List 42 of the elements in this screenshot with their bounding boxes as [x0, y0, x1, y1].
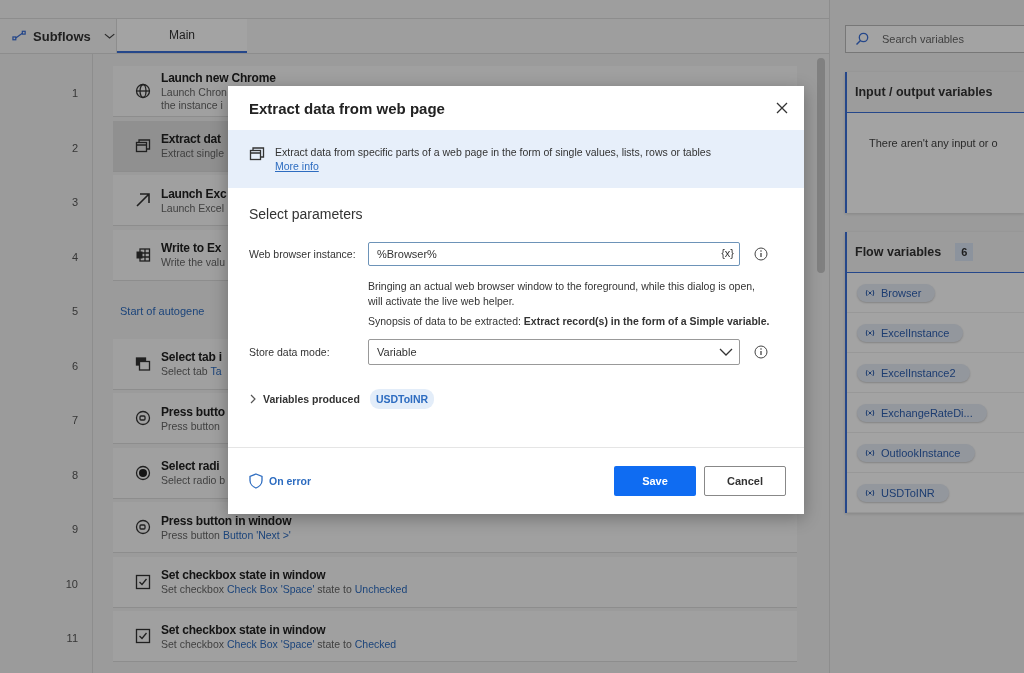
step-description: Set checkbox Check Box 'Space' state to Checked — [161, 637, 397, 650]
variable-count: 6 — [955, 243, 974, 261]
step-title: Write to Ex — [161, 241, 223, 255]
line-number: 9 — [70, 522, 79, 538]
line-number: 6 — [70, 358, 79, 374]
line-number: 3 — [70, 195, 79, 211]
hint-text: Bringing an actual web browser window to the foreground, while this dialog is open, will activate the live web helper. — [368, 279, 756, 309]
section-title: Select parameters — [249, 206, 364, 222]
synopsis-text: Synopsis of data to be extracted: Extract record(s) in the form of a Simple variable. — [368, 315, 771, 327]
info-text: Extract data from specific parts of a web page in the form of single values, lists, rows or tables — [275, 146, 711, 158]
line-number: 8 — [70, 467, 79, 483]
step-description: Write the valu — [161, 256, 225, 268]
field-label: Web browser instance: — [249, 248, 357, 260]
line-number: 4 — [70, 249, 79, 265]
line-number: 11 — [65, 631, 79, 647]
line-number: 10 — [64, 576, 79, 592]
step-description: Launch Chron — [161, 86, 228, 98]
step-description: Launch Excel — [161, 201, 226, 214]
step-title: Select radi — [161, 459, 221, 473]
line-number: 1 — [70, 86, 79, 102]
line-number: 5 — [70, 304, 79, 320]
step-title: Set checkbox state in window — [161, 622, 327, 637]
step-title: Extract dat — [161, 132, 222, 146]
step-title: Launch new Chrome — [161, 71, 276, 85]
dialog-title: Extract data from web page — [249, 99, 445, 117]
line-number: 7 — [70, 413, 79, 429]
step-title: Press butto — [161, 404, 225, 419]
line-number: 2 — [70, 140, 79, 156]
section-title: Input / output variables — [855, 85, 993, 99]
empty-message: There aren't any input or o — [868, 136, 999, 151]
section-title: Flow variables — [855, 245, 942, 259]
field-label: Store data mode: — [249, 346, 331, 358]
step-description: Set checkbox Check Box 'Space' state to Unchecked — [161, 583, 408, 595]
step-title: Set checkbox state in window — [161, 568, 327, 582]
step-title: Select tab i — [161, 350, 222, 364]
step-title: Press button in window — [161, 513, 292, 528]
step-description: Extract single — [161, 147, 225, 159]
step-title: Launch Exc — [161, 186, 227, 201]
step-description: Select radio b — [161, 474, 226, 486]
step-description: Press button — [161, 419, 221, 432]
step-description: Press button Button 'Next >' — [161, 528, 292, 541]
step-description: Select tab Ta — [161, 365, 222, 377]
